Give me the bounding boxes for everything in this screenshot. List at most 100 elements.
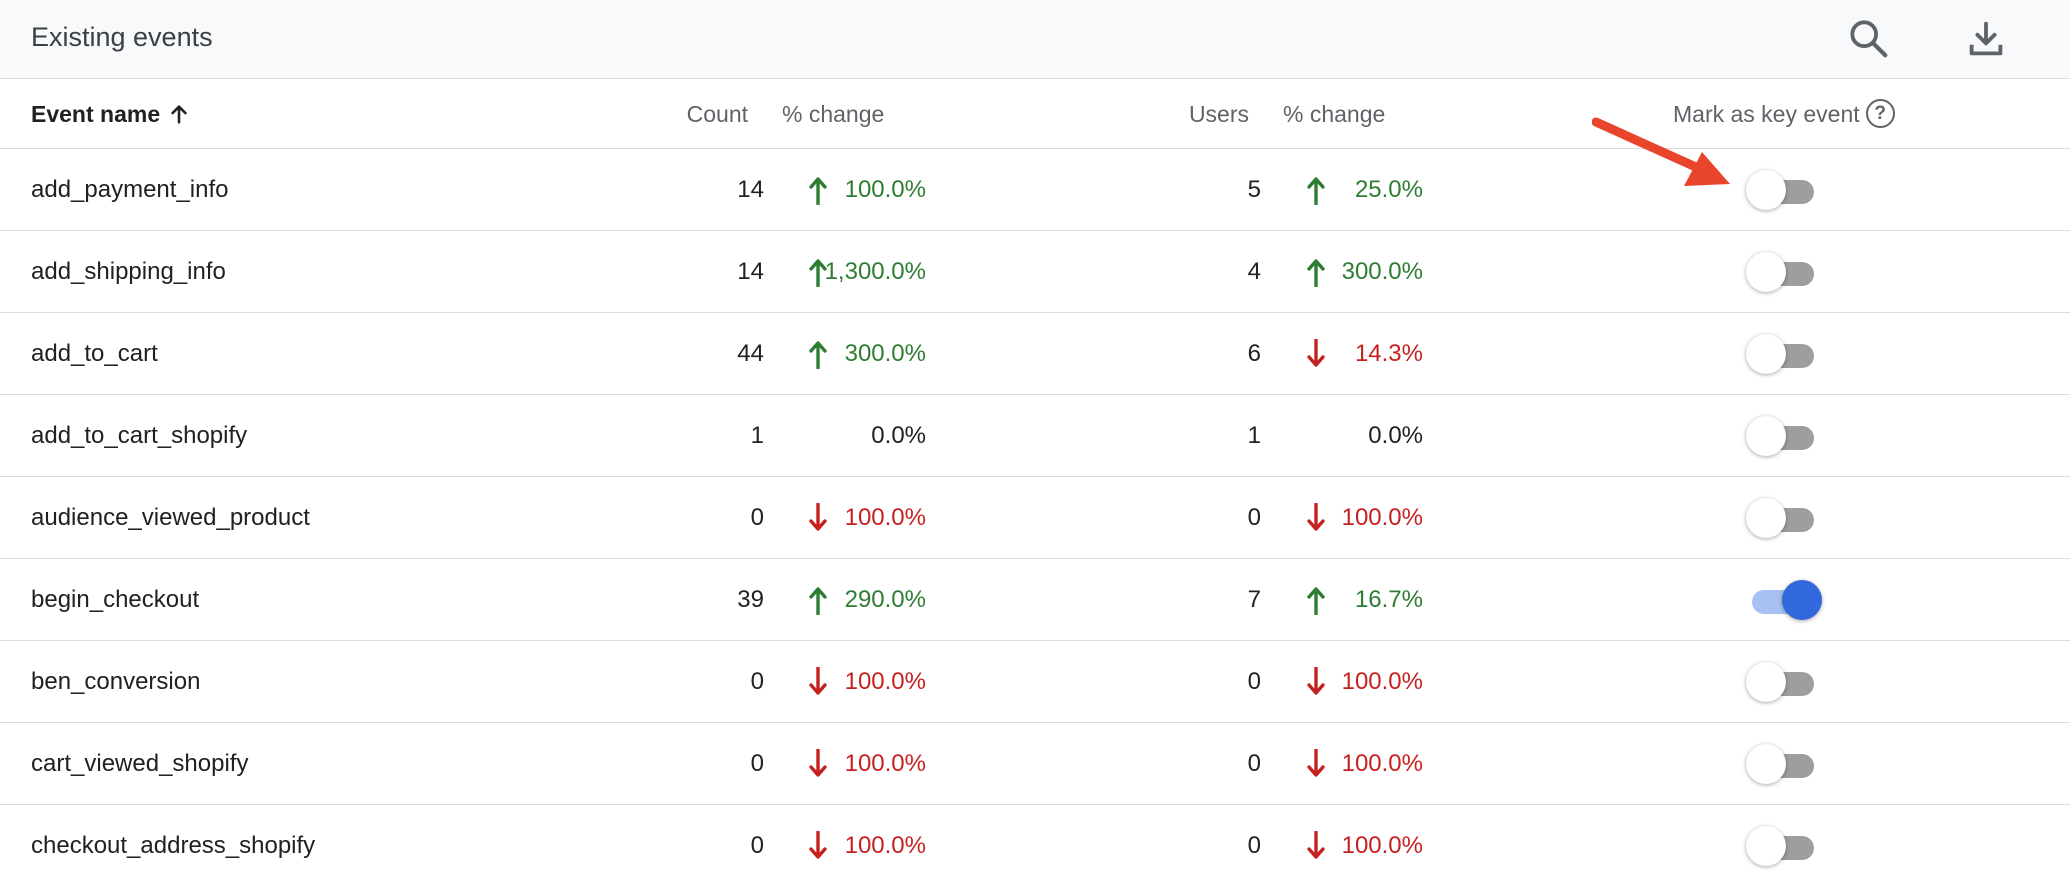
event-count: 0 — [750, 504, 764, 531]
column-header-count[interactable]: Count — [687, 80, 748, 149]
sort-ascending-icon — [171, 105, 187, 124]
arrow-down-icon — [1306, 339, 1326, 369]
table-header: Event name Count % change Users % change… — [0, 80, 2070, 149]
arrow-up-icon — [808, 339, 828, 369]
table-row: add_to_cart_shopify 1 0.0% 1 0.0% — [0, 395, 2070, 477]
event-users: 0 — [1247, 504, 1261, 531]
table-title: Existing events — [31, 22, 213, 52]
table-row: ben_conversion 0 100.0% 0 100.0% — [0, 641, 2070, 723]
key-event-toggle[interactable] — [1746, 826, 1820, 866]
users-change: 16.7% — [1354, 586, 1423, 613]
event-count: 39 — [737, 586, 764, 613]
key-event-toggle[interactable] — [1746, 252, 1820, 292]
count-change: 100.0% — [844, 504, 926, 531]
event-name: audience_viewed_product — [31, 504, 310, 531]
event-users: 1 — [1247, 422, 1261, 449]
users-change: 100.0% — [1341, 668, 1423, 695]
users-change: 100.0% — [1341, 750, 1423, 777]
event-count: 1 — [750, 422, 764, 449]
count-change: 300.0% — [844, 340, 926, 367]
event-name: add_payment_info — [31, 176, 229, 203]
key-event-toggle[interactable] — [1746, 744, 1820, 784]
users-change: 300.0% — [1341, 258, 1423, 285]
key-event-toggle[interactable] — [1746, 170, 1820, 210]
count-change: 1,300.0% — [824, 258, 926, 285]
count-change: 0.0% — [871, 422, 926, 449]
column-header-count-change[interactable]: % change — [782, 80, 884, 149]
arrow-up-icon — [1306, 175, 1326, 205]
event-users: 4 — [1247, 258, 1261, 285]
arrow-down-icon — [1306, 831, 1326, 861]
toggle-knob — [1746, 662, 1786, 702]
toggle-knob — [1746, 170, 1786, 210]
toggle-knob — [1746, 416, 1786, 456]
event-name: begin_checkout — [31, 586, 200, 613]
table-row: add_to_cart 44 300.0% 6 14.3% — [0, 313, 2070, 395]
event-count: 14 — [737, 258, 764, 285]
event-name: add_to_cart — [31, 340, 158, 367]
event-name: checkout_address_shopify — [31, 832, 316, 859]
toggle-knob — [1782, 580, 1822, 620]
search-button[interactable] — [1846, 16, 1892, 62]
download-button[interactable] — [1963, 16, 2009, 62]
table-row: checkout_address_shopify 0 100.0% 0 100.0% — [0, 805, 2070, 885]
users-change: 25.0% — [1354, 176, 1423, 203]
toggle-knob — [1746, 826, 1786, 866]
toolbar: Existing events — [0, 0, 2070, 79]
event-users: 5 — [1247, 176, 1261, 203]
event-count: 0 — [750, 668, 764, 695]
download-icon — [1969, 21, 2003, 56]
event-count: 0 — [750, 832, 764, 859]
toggle-knob — [1746, 252, 1786, 292]
users-change: 0.0% — [1368, 422, 1423, 449]
table-row: add_shipping_info 14 1,300.0% 4 300.0% — [0, 231, 2070, 313]
column-header-event-name[interactable]: Event name — [31, 80, 190, 149]
event-name: cart_viewed_shopify — [31, 750, 249, 777]
table-row: audience_viewed_product 0 100.0% 0 100.0% — [0, 477, 2070, 559]
column-header-users-change[interactable]: % change — [1283, 80, 1385, 149]
event-users: 6 — [1247, 340, 1261, 367]
count-change: 100.0% — [844, 832, 926, 859]
arrow-down-icon — [808, 749, 828, 779]
users-change: 100.0% — [1341, 832, 1423, 859]
column-header-event-name-label: Event name — [31, 101, 161, 127]
event-users: 7 — [1247, 586, 1261, 613]
table-row: add_payment_info 14 100.0% 5 25.0% — [0, 149, 2070, 231]
help-icon[interactable]: ? — [1865, 99, 1895, 129]
event-name: add_shipping_info — [31, 258, 226, 285]
count-change: 100.0% — [844, 750, 926, 777]
count-change: 100.0% — [844, 176, 926, 203]
users-change: 14.3% — [1354, 340, 1423, 367]
column-header-users[interactable]: Users — [1189, 80, 1249, 149]
arrow-up-icon — [1306, 257, 1326, 287]
key-event-toggle[interactable] — [1746, 334, 1820, 374]
key-event-toggle[interactable] — [1746, 580, 1822, 620]
toggle-knob — [1746, 744, 1786, 784]
arrow-down-icon — [808, 831, 828, 861]
toggle-knob — [1746, 498, 1786, 538]
search-icon — [1850, 20, 1888, 58]
arrow-down-icon — [1306, 503, 1326, 533]
arrow-down-icon — [1306, 749, 1326, 779]
event-count: 14 — [737, 176, 764, 203]
table-row: cart_viewed_shopify 0 100.0% 0 100.0% — [0, 723, 2070, 805]
event-users: 0 — [1247, 750, 1261, 777]
arrow-down-icon — [808, 667, 828, 697]
count-change: 100.0% — [844, 668, 926, 695]
table-row: begin_checkout 39 290.0% 7 16.7% — [0, 559, 2070, 641]
event-name: add_to_cart_shopify — [31, 422, 248, 449]
event-count: 0 — [750, 750, 764, 777]
arrow-down-icon — [1306, 667, 1326, 697]
event-count: 44 — [737, 340, 764, 367]
arrow-up-icon — [808, 585, 828, 615]
key-event-toggle[interactable] — [1746, 416, 1820, 456]
arrow-down-icon — [808, 503, 828, 533]
annotation-arrow-icon — [1592, 117, 1730, 186]
event-users: 0 — [1247, 832, 1261, 859]
key-event-toggle[interactable] — [1746, 498, 1820, 538]
arrow-up-icon — [808, 175, 828, 205]
event-users: 0 — [1247, 668, 1261, 695]
arrow-up-icon — [1306, 585, 1326, 615]
event-name: ben_conversion — [31, 668, 201, 695]
key-event-toggle[interactable] — [1746, 662, 1820, 702]
